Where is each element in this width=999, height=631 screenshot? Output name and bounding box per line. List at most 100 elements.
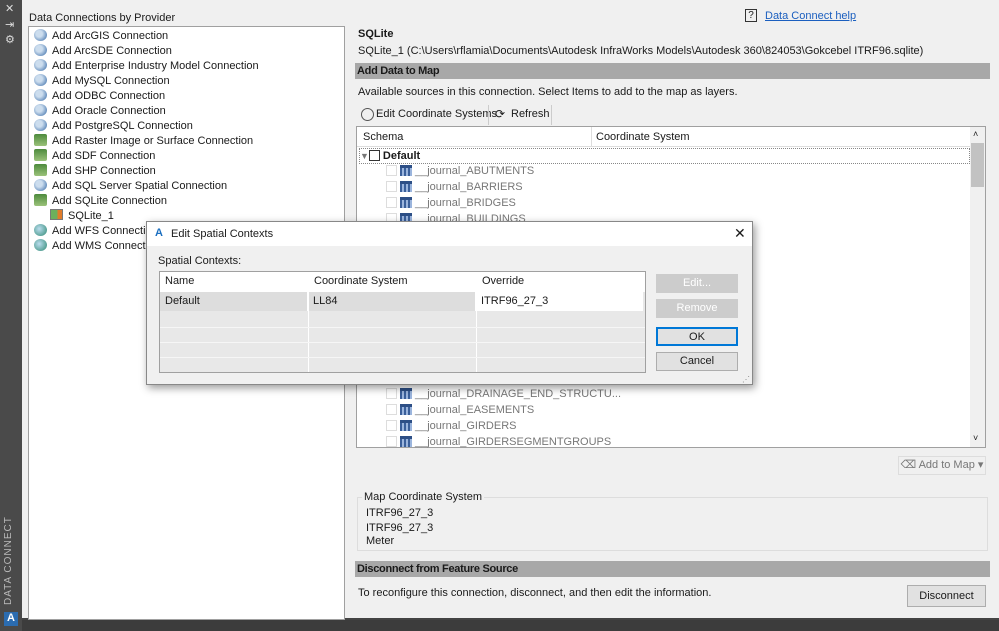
context-cs[interactable]: LL84 bbox=[308, 292, 476, 311]
map-cs-title: Map Coordinate System bbox=[362, 491, 484, 503]
scroll-thumb[interactable] bbox=[971, 143, 984, 187]
connection-icon bbox=[34, 149, 47, 161]
checkbox[interactable] bbox=[368, 150, 380, 161]
source-name: __journal_EASEMENTS bbox=[415, 404, 535, 416]
edit-spatial-contexts-dialog: A Edit Spatial Contexts ✕ Spatial Contex… bbox=[146, 221, 753, 385]
tree-item[interactable]: Add SQLite Connection bbox=[34, 194, 167, 209]
source-row[interactable]: __journal_DRAINAGE_END_STRUCTU... bbox=[386, 386, 621, 402]
disconnect-header: Disconnect from Feature Source bbox=[355, 561, 990, 577]
checkbox[interactable] bbox=[386, 404, 397, 415]
tree-item[interactable]: Add PostgreSQL Connection bbox=[34, 119, 193, 134]
disconnect-text: To reconfigure this connection, disconne… bbox=[358, 587, 712, 599]
source-row[interactable]: __journal_EASEMENTS bbox=[386, 402, 534, 418]
checkbox[interactable] bbox=[386, 181, 397, 192]
close-icon[interactable]: ✕ bbox=[734, 225, 746, 242]
tree-item-sqlite-1[interactable]: SQLite_1 bbox=[50, 209, 114, 224]
tree-item[interactable]: Add Raster Image or Surface Connection bbox=[34, 134, 253, 149]
dialog-titlebar: A Edit Spatial Contexts ✕ bbox=[147, 222, 752, 246]
checkbox[interactable] bbox=[386, 165, 397, 176]
cancel-button[interactable]: Cancel bbox=[656, 352, 738, 371]
spatial-contexts-table: Name Coordinate System Override Default … bbox=[159, 271, 646, 373]
tree-item[interactable]: Add SDF Connection bbox=[34, 149, 155, 164]
settings-icon[interactable]: ⚙ bbox=[5, 33, 15, 46]
tree-item[interactable]: Add WFS Connection bbox=[34, 224, 158, 239]
tree-item[interactable]: Add SHP Connection bbox=[34, 164, 156, 179]
column-name[interactable]: Name bbox=[160, 272, 308, 291]
context-override[interactable]: ITRF96_27_3 bbox=[476, 292, 643, 311]
tree-item-label: Add SHP Connection bbox=[52, 165, 156, 177]
edit-coordinate-systems-button[interactable]: Edit Coordinate Systems bbox=[376, 108, 497, 120]
available-sources-text: Available sources in this connection. Se… bbox=[358, 86, 738, 98]
connection-icon bbox=[34, 179, 47, 191]
source-row[interactable]: __journal_BRIDGES bbox=[386, 195, 516, 211]
column-coordinate-system[interactable]: Coordinate System bbox=[596, 131, 690, 143]
group-default[interactable]: ▼ Default bbox=[359, 148, 970, 164]
spatial-contexts-label: Spatial Contexts: bbox=[158, 255, 242, 267]
checkbox[interactable] bbox=[386, 197, 397, 208]
ok-button[interactable]: OK bbox=[656, 327, 738, 346]
tree-item[interactable]: Add Oracle Connection bbox=[34, 104, 166, 119]
disconnect-button[interactable]: Disconnect bbox=[907, 585, 986, 607]
add-to-map-button[interactable]: ⌫ Add to Map ▾ bbox=[898, 456, 986, 475]
context-name[interactable]: Default bbox=[160, 292, 308, 311]
connection-icon bbox=[34, 74, 47, 86]
column-schema[interactable]: Schema bbox=[363, 131, 403, 143]
table-icon bbox=[400, 165, 412, 176]
tree-item-label: Add WMS Connection bbox=[52, 240, 161, 252]
panel-vertical-title: DATA CONNECT bbox=[3, 516, 14, 605]
column-override[interactable]: Override bbox=[476, 272, 645, 291]
tree-item-label: Add Raster Image or Surface Connection bbox=[52, 135, 254, 147]
remove-button[interactable]: Remove bbox=[656, 299, 738, 318]
grid-scrollbar[interactable]: ˄ ˅ bbox=[970, 127, 985, 447]
resize-grip-icon[interactable]: ⋰ bbox=[742, 375, 750, 384]
tree-item[interactable]: Add SQL Server Spatial Connection bbox=[34, 179, 227, 194]
connection-path: SQLite_1 (C:\Users\rflamia\Documents\Aut… bbox=[358, 45, 924, 57]
tree-item[interactable]: Add MySQL Connection bbox=[34, 74, 170, 89]
table-icon bbox=[400, 181, 412, 192]
pin-icon[interactable]: ⇥ bbox=[5, 18, 14, 31]
dialog-title: Edit Spatial Contexts bbox=[171, 228, 274, 240]
provider-title: SQLite bbox=[358, 28, 394, 40]
left-panel-title: Data Connections by Provider bbox=[29, 12, 176, 24]
autodesk-icon: A bbox=[155, 227, 163, 239]
map-cs-unit: Meter bbox=[366, 535, 395, 547]
source-row[interactable]: __journal_GIRDERS bbox=[386, 418, 517, 434]
tree-item-label: Add ArcGIS Connection bbox=[52, 30, 169, 42]
refresh-button[interactable]: Refresh bbox=[511, 108, 550, 120]
tree-item[interactable]: Add ODBC Connection bbox=[34, 89, 165, 104]
connection-icon bbox=[34, 224, 47, 236]
checkbox[interactable] bbox=[386, 420, 397, 431]
side-strip: ✕ ⇥ ⚙ DATA CONNECT A bbox=[0, 0, 22, 631]
tree-item-label: Add ODBC Connection bbox=[52, 90, 166, 102]
tree-item-label: Add SQL Server Spatial Connection bbox=[52, 180, 228, 192]
checkbox[interactable] bbox=[386, 436, 397, 447]
edit-button[interactable]: Edit... bbox=[656, 274, 738, 293]
tree-item-label: Add SQLite Connection bbox=[52, 195, 167, 207]
source-row[interactable]: __journal_GIRDERSEGMENTGROUPS bbox=[386, 434, 611, 450]
source-row[interactable]: __journal_ABUTMENTS bbox=[386, 163, 534, 179]
tree-item-label: SQLite_1 bbox=[68, 210, 114, 222]
tree-item[interactable]: Add Enterprise Industry Model Connection bbox=[34, 59, 259, 74]
data-connect-help-link[interactable]: Data Connect help bbox=[765, 10, 856, 22]
source-name: __journal_BARRIERS bbox=[415, 181, 523, 193]
tree-item[interactable]: Add WMS Connection bbox=[34, 239, 160, 254]
table-icon bbox=[400, 197, 412, 208]
add-data-header: Add Data to Map bbox=[355, 63, 990, 79]
source-name: __journal_GIRDERS bbox=[415, 420, 517, 432]
map-cs-line: ITRF96_27_3 bbox=[366, 507, 434, 519]
tree-item[interactable]: Add ArcSDE Connection bbox=[34, 44, 172, 59]
source-row[interactable]: __journal_BARRIERS bbox=[386, 179, 523, 195]
connection-icon bbox=[34, 44, 47, 56]
source-name: __journal_BRIDGES bbox=[415, 197, 516, 209]
connection-icon bbox=[34, 89, 47, 101]
close-icon[interactable]: ✕ bbox=[5, 2, 14, 15]
help-icon[interactable]: ? bbox=[745, 9, 757, 22]
scroll-down-icon: ˅ bbox=[973, 433, 979, 443]
expand-icon[interactable]: ▼ bbox=[360, 151, 369, 161]
checkbox[interactable] bbox=[386, 388, 397, 399]
database-icon bbox=[50, 209, 63, 220]
source-name: __journal_GIRDERSEGMENTGROUPS bbox=[415, 436, 612, 448]
tree-item[interactable]: Add ArcGIS Connection bbox=[34, 29, 168, 44]
column-coordinate-system[interactable]: Coordinate System bbox=[308, 272, 476, 291]
grid-header: Schema Coordinate System bbox=[357, 127, 971, 147]
